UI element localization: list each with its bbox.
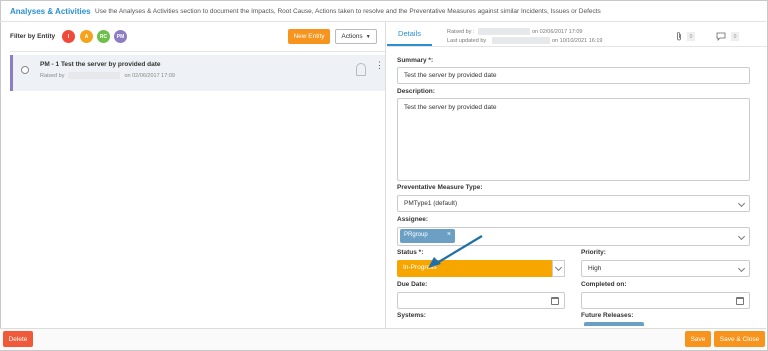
more-options-icon[interactable]: ⋮ <box>375 61 384 70</box>
section-description: Use the Analyses & Activities section to… <box>95 7 601 15</box>
comments-count: 0 <box>731 32 739 41</box>
summary-input[interactable]: Test the server by provided date <box>397 67 750 84</box>
attachments-count: 0 <box>687 32 695 41</box>
person-icon <box>356 63 366 76</box>
tab-details[interactable]: Details <box>387 22 432 46</box>
chevron-down-icon <box>737 199 746 208</box>
raised-by-label: Raised by <box>40 72 65 79</box>
due-date-input[interactable] <box>397 292 565 309</box>
filter-chip-action[interactable]: A <box>80 30 93 43</box>
priority-select[interactable]: High <box>581 260 750 277</box>
section-title: Analyses & Activities <box>10 7 91 16</box>
status-dropdown-toggle[interactable] <box>552 260 565 277</box>
list-item-meta: Raised by on 02/06/2017 17:09 <box>40 72 175 79</box>
save-button[interactable]: Save <box>685 331 711 347</box>
pane-divider <box>385 22 386 328</box>
priority-label: Priority: <box>581 249 606 256</box>
list-item-title: PM - 1 Test the server by provided date <box>40 61 161 68</box>
future-releases-label: Future Releases: <box>581 312 634 319</box>
description-textarea[interactable]: Test the server by provided date <box>397 98 750 181</box>
pm-type-label: Preventative Measure Type: <box>397 184 483 191</box>
paperclip-icon[interactable] <box>676 32 682 41</box>
raised-by-label: Raised by : <box>447 29 475 35</box>
redacted-user <box>478 28 530 35</box>
completed-on-label: Completed on: <box>581 281 627 288</box>
select-radio[interactable] <box>21 66 29 74</box>
systems-label: Systems: <box>397 312 426 319</box>
divider <box>387 46 767 47</box>
calendar-icon[interactable] <box>551 297 559 305</box>
raised-on-date: on 02/06/2017 17:09 <box>124 72 175 79</box>
calendar-icon[interactable] <box>736 297 744 305</box>
caret-down-icon: ▼ <box>365 33 371 40</box>
last-updated-date: on 10/10/2021 16:19 <box>552 38 603 44</box>
future-release-tag[interactable] <box>584 322 644 326</box>
footer-bar <box>0 328 766 350</box>
completed-on-input[interactable] <box>581 292 750 309</box>
filter-chip-root-cause[interactable]: RC <box>97 30 110 43</box>
comment-icon[interactable] <box>716 32 726 41</box>
list-item[interactable]: PM - 1 Test the server by provided date … <box>10 55 385 91</box>
section-header: Analyses & Activities Use the Analyses &… <box>0 0 766 22</box>
pointer-arrow-icon <box>428 235 483 268</box>
chevron-down-icon <box>737 264 746 273</box>
filter-chip-preventative-measure[interactable]: PM <box>114 30 127 43</box>
description-value: Test the server by provided date <box>404 104 497 111</box>
save-close-button[interactable]: Save & Close <box>714 331 765 347</box>
status-label: Status *: <box>397 249 424 256</box>
filter-chip-impact[interactable]: I <box>62 30 75 43</box>
due-date-label: Due Date: <box>397 281 428 288</box>
pm-type-select[interactable]: PMType1 (default) <box>397 195 750 212</box>
chevron-down-icon <box>554 263 563 272</box>
delete-button[interactable]: Delete <box>3 331 33 347</box>
chevron-down-icon <box>737 232 746 241</box>
description-label: Description: <box>397 88 435 95</box>
actions-label: Actions <box>341 33 363 40</box>
new-entity-button[interactable]: New Entity <box>288 29 330 44</box>
summary-label: Summary *: <box>397 57 434 64</box>
actions-dropdown[interactable]: Actions ▼ <box>335 29 377 44</box>
filter-label: Filter by Entity <box>10 33 56 40</box>
assignee-label: Assignee: <box>397 216 429 223</box>
summary-value: Test the server by provided date <box>404 72 497 79</box>
priority-value: High <box>588 265 602 272</box>
pm-type-value: PMType1 (default) <box>404 200 458 207</box>
raised-on-date: on 02/06/2017 17:09 <box>532 29 583 35</box>
divider <box>10 51 385 52</box>
last-updated-label: Last updated by <box>447 38 487 44</box>
redacted-user <box>492 37 550 44</box>
redacted-user <box>68 72 121 79</box>
